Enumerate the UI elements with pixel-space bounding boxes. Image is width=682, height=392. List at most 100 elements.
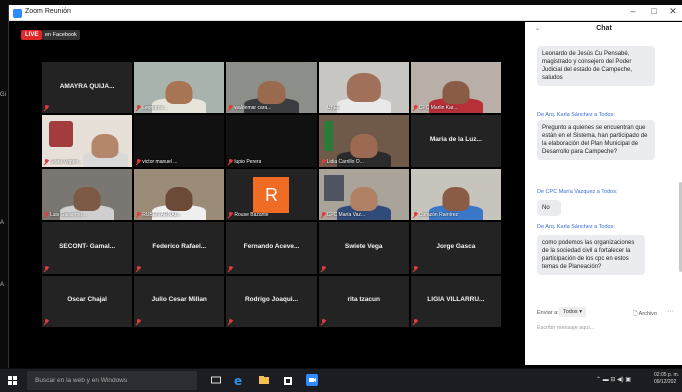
send-to-label: Enviar a: — [537, 310, 559, 316]
participant-tile[interactable]: R Rouse Bazante — [226, 168, 317, 221]
file-button[interactable]: 🗋 Archivo — [633, 310, 657, 319]
muted-mic-icon — [413, 319, 418, 325]
chat-message-input[interactable]: Escribir mensaje aquí... — [537, 325, 594, 331]
desktop: Gi A A Zoom Reunión – □ ✕ LIVE en Facebo… — [0, 0, 682, 392]
participant-label: waldemar cara... — [234, 105, 272, 112]
store-icon[interactable] — [282, 374, 294, 386]
facebook-stream-badge: en Facebook — [42, 30, 80, 40]
participant-label: Leonardo... — [142, 105, 168, 112]
chat-sender: De Arq. Karla Sánchez a Todos: — [537, 224, 615, 230]
chat-message: Leonardo de Jesús Cu Pensabé, magistrado… — [537, 46, 655, 86]
taskbar-search-input[interactable]: Buscar en la web y en Windows — [27, 371, 197, 390]
background-window-edge: A — [0, 220, 5, 226]
participant-label: Silvia Miguel... — [50, 158, 83, 165]
muted-mic-icon — [228, 158, 233, 165]
more-options-button[interactable]: ··· — [667, 308, 674, 315]
participant-tile[interactable]: victor manuel ... — [134, 115, 225, 167]
participant-label: IJBEL — [326, 105, 340, 112]
windows-taskbar: Buscar en la web y en Windows e ⌃ ▬ ⊟ ◀)… — [0, 369, 682, 392]
muted-mic-icon — [321, 158, 326, 165]
file-label: Archivo — [638, 311, 657, 317]
chat-header: Chat — [596, 25, 612, 32]
participant-name: Rodrigo Joaqui... — [244, 296, 299, 304]
task-view-icon[interactable] — [210, 374, 222, 386]
participant-tile[interactable]: Luis Guillermo ... — [42, 168, 133, 221]
participant-tile[interactable]: waldemar cara... — [226, 62, 317, 114]
close-button[interactable]: ✕ — [664, 6, 682, 17]
zoom-window: Zoom Reunión – □ ✕ LIVE en Facebook AMAY… — [8, 5, 682, 368]
muted-mic-icon — [321, 212, 326, 218]
chat-sender: De Arq. Karla Sánchez a Todos: — [537, 112, 615, 118]
participant-name: Oscar Chajal — [67, 296, 107, 304]
participant-tile[interactable]: LIGIA VILLARRU... — [410, 275, 501, 327]
system-tray-icons[interactable]: ⌃ ▬ ⊟ ◀) ▣ — [596, 376, 631, 383]
participant-tile[interactable]: Jorge Gasca — [410, 222, 501, 274]
muted-mic-icon — [136, 212, 141, 218]
muted-mic-icon — [413, 105, 418, 111]
zoom-logo-icon — [13, 9, 22, 18]
participant-tile[interactable]: Silvia Miguel... — [42, 115, 133, 167]
muted-mic-icon — [44, 319, 49, 325]
participant-name: rita tzacun — [347, 296, 380, 304]
participant-tile[interactable]: Julio Cesar Millan — [134, 275, 225, 327]
participant-tile[interactable]: RUBEN ARNAB... — [134, 168, 225, 221]
taskbar-clock[interactable]: 02:05 p. m. 09/12/202 — [654, 372, 679, 386]
muted-mic-icon — [321, 319, 326, 325]
clock-time: 02:05 p. m. — [654, 372, 680, 378]
participant-tile[interactable]: CPC Marlin Kar... — [410, 62, 501, 114]
muted-mic-icon — [136, 319, 141, 325]
recipient-select[interactable]: Todos ▾ — [559, 307, 586, 317]
muted-mic-icon — [321, 265, 326, 272]
participant-tile[interactable]: rita tzacun — [318, 275, 409, 327]
window-title: Zoom Reunión — [25, 8, 71, 15]
participant-tile[interactable]: María de la Luz... — [410, 115, 501, 167]
background-window-edge: A — [0, 282, 5, 288]
live-badge[interactable]: LIVE — [21, 30, 43, 40]
muted-mic-icon — [44, 158, 49, 165]
muted-mic-icon — [228, 319, 233, 325]
muted-mic-icon — [44, 265, 49, 272]
participant-tile[interactable]: CPC María Vaz... — [318, 168, 409, 221]
participant-tile[interactable]: lupio Perera — [226, 115, 317, 167]
video-gallery: LIVE en Facebook AMAYRA QUIJA... Leonard… — [9, 22, 525, 365]
participant-name: Federico Rafael... — [152, 242, 207, 250]
participant-name: Jorge Gasca — [436, 242, 476, 250]
participant-tile[interactable]: Swiete Vega — [318, 222, 409, 274]
participant-label: lupio Perera — [234, 158, 262, 165]
participant-tile[interactable]: AMAYRA QUIJA... — [42, 62, 133, 114]
participant-tile[interactable]: Rodrigo Joaqui... — [226, 275, 317, 327]
participant-label: CPC Marlin Kar... — [418, 105, 458, 112]
participant-tile[interactable]: Oscar Chajal — [42, 275, 133, 327]
muted-mic-icon — [228, 265, 233, 272]
participant-label: Luis Guillermo ... — [50, 212, 88, 219]
participant-tile[interactable]: Federico Rafael... — [134, 222, 225, 274]
participant-tile-active-speaker[interactable]: IJBEL — [318, 62, 409, 114]
participant-label: RUBEN ARNAB... — [142, 212, 183, 219]
muted-mic-icon — [136, 265, 141, 272]
file-explorer-icon[interactable] — [258, 374, 270, 386]
participant-avatar: R — [253, 176, 290, 213]
chat-message: Pregunto a quienes se encuentran que est… — [537, 120, 655, 160]
participant-name: Julio Cesar Millan — [151, 296, 207, 304]
participant-name: LIGIA VILLARRU... — [427, 296, 485, 304]
edge-browser-icon[interactable]: e — [233, 374, 245, 386]
participant-label: Corazón Ramírez — [418, 212, 458, 219]
muted-mic-icon — [228, 105, 233, 111]
participant-tile[interactable]: Corazón Ramírez — [410, 168, 501, 221]
chat-panel: ⌄ Chat Leonardo de Jesús Cu Pensabé, mag… — [525, 22, 682, 365]
windows-start-icon[interactable] — [8, 376, 17, 385]
chat-sender: De CPC María Vazquez a Todos: — [537, 189, 618, 195]
participant-tile[interactable]: Lidia Carrillo O... — [318, 115, 409, 167]
participant-label: Lidia Carrillo O... — [326, 158, 364, 165]
maximize-button[interactable]: □ — [645, 6, 663, 16]
participant-tile[interactable]: Leonardo... — [134, 62, 225, 114]
zoom-taskbar-icon[interactable] — [306, 374, 318, 386]
muted-mic-icon — [44, 105, 49, 111]
muted-mic-icon — [413, 265, 418, 272]
participant-name: AMAYRA QUIJA... — [59, 82, 115, 90]
minimize-button[interactable]: – — [624, 6, 642, 16]
participant-name: SECONT- Gamal... — [59, 242, 116, 250]
background-window-edge: Gi — [0, 92, 6, 98]
participant-tile[interactable]: Fernando Aceve... — [226, 222, 317, 274]
participant-tile[interactable]: SECONT- Gamal... — [42, 222, 133, 274]
